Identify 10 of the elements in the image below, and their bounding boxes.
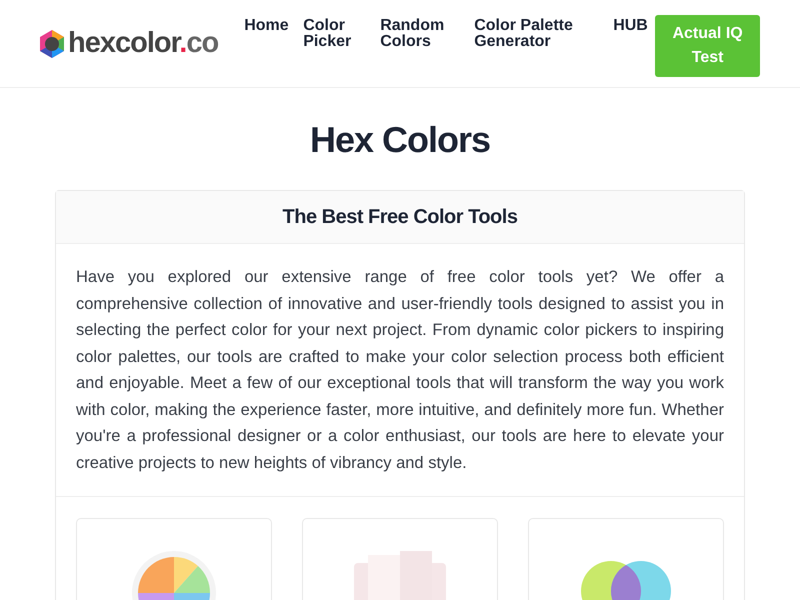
- panel-paragraph: Have you explored our extensive range of free color tools yet? We offer a comprehensive collection of innovative and user-friendly tools designed to assist you in selecting the perfect color for your next project. From dynamic color pickers to inspiring color palettes, our tools are crafted to make your color selection process both efficient and enjoyable. Meet a few of our exceptional tools that will transform the way you work with color, making the experience faster, more intuitive, and definitely more fun. Whether you're a professional designer or a color enthusiast, our tools are here to elevate your creative projects to new heights of vibrancy and style.: [75, 267, 725, 474]
- nav-link[interactable]: Color Palette Generator: [474, 18, 614, 50]
- nav-link[interactable]: Home: [244, 18, 304, 50]
- nav-link[interactable]: Random Colors: [380, 18, 474, 50]
- nav-link[interactable]: HUB: [613, 18, 656, 50]
- logo-icon[interactable]: [40, 30, 64, 58]
- logo-text[interactable]: hexcolor.co: [68, 29, 218, 58]
- page-title: Hex Colors: [308, 118, 492, 162]
- nav-link[interactable]: Color Picker: [303, 18, 380, 50]
- panel-heading: The Best Free Color Tools: [282, 205, 518, 230]
